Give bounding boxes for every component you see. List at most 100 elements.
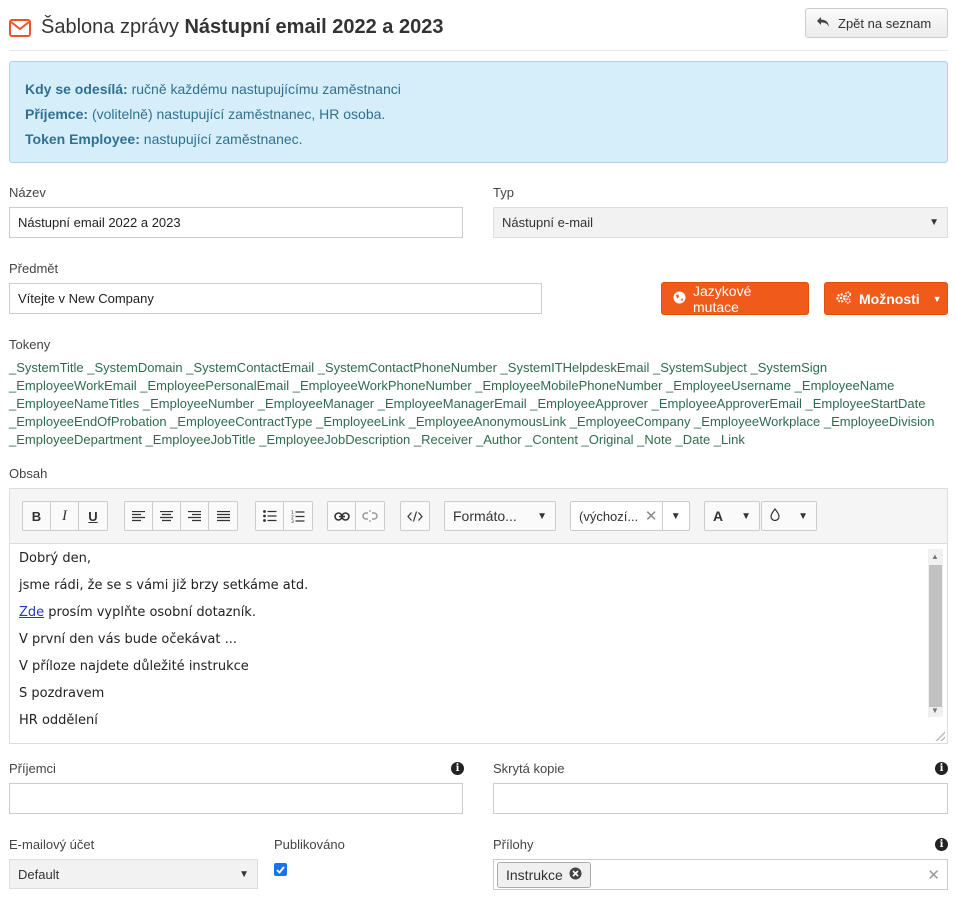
background-color-dropdown[interactable]: ▼ (761, 501, 817, 531)
email-account-value: Default (18, 866, 60, 882)
clear-x-icon[interactable]: ✕ (645, 507, 658, 525)
name-input-value: Nástupní email 2022 a 2023 (18, 215, 181, 230)
remove-circle-icon[interactable] (569, 867, 582, 883)
template-name: Nástupní email 2022 a 2023 (184, 16, 444, 38)
recipient-value: (volitelně) nastupující zaměstnanec, HR … (91, 106, 386, 122)
bold-button[interactable]: B (23, 502, 51, 530)
font-color-dropdown[interactable]: A ▼ (704, 501, 760, 531)
editor-toolbar: B I U 123 Formáto... ▼ (výchozí... ✕ ▼ A… (10, 489, 947, 544)
name-input[interactable]: Nástupní email 2022 a 2023 (9, 207, 463, 238)
recipients-label: Příjemci (9, 761, 56, 776)
unlink-icon[interactable] (356, 502, 384, 530)
scroll-down-icon[interactable]: ▼ (931, 706, 939, 715)
recipient-label: Příjemce: (25, 106, 89, 122)
bcc-input[interactable] (493, 783, 948, 814)
published-label: Publikováno (274, 837, 345, 852)
recipients-input[interactable] (9, 783, 463, 814)
subject-input[interactable]: Vítejte v New Company (9, 283, 542, 314)
content-line: Zde prosím vyplňte osobní dotazník. (19, 604, 918, 631)
align-center-icon[interactable] (153, 502, 181, 530)
editor-content[interactable]: Dobrý den, jsme rádi, že se s vámi již b… (10, 544, 927, 743)
email-account-select[interactable]: Default ▼ (9, 859, 258, 889)
numbered-list-icon[interactable]: 123 (284, 502, 312, 530)
underline-button[interactable]: U (79, 502, 107, 530)
content-line: S pozdravem (19, 686, 105, 701)
font-dropdown[interactable]: (výchozí... ✕ ▼ (570, 501, 690, 531)
bcc-label: Skrytá kopie (493, 761, 565, 776)
clear-all-icon[interactable]: ✕ (927, 866, 940, 884)
subject-input-value: Vítejte v New Company (18, 291, 154, 306)
link-icon[interactable] (328, 502, 356, 530)
content-line: HR oddělení (19, 713, 98, 728)
rich-text-editor: B I U 123 Formáto... ▼ (výchozí... ✕ ▼ A… (9, 488, 948, 744)
send-label: Kdy se odesílá: (25, 81, 128, 97)
title-prefix: Šablona zprávy (41, 16, 179, 38)
info-icon[interactable]: i (935, 762, 948, 775)
info-icon[interactable]: i (935, 838, 948, 851)
info-alert: Kdy se odesílá: ručně každému nastupujíc… (9, 61, 948, 163)
back-button-label: Zpět na seznam (838, 15, 932, 31)
options-button[interactable]: Možnosti ▼ (824, 282, 948, 315)
caret-down-icon: ▼ (670, 510, 681, 522)
align-left-icon[interactable] (125, 502, 153, 530)
format-dropdown[interactable]: Formáto... ▼ (444, 501, 556, 531)
svg-text:3: 3 (291, 519, 294, 523)
caret-down-icon: ▼ (798, 510, 808, 522)
content-line: V příloze najdete důležité instrukce (19, 659, 249, 674)
header-divider (9, 50, 948, 51)
type-select[interactable]: Nástupní e-mail ▼ (493, 207, 948, 238)
content-line: Dobrý den, (19, 551, 92, 566)
droplet-icon (770, 508, 780, 524)
editor-scrollbar[interactable]: ▲ ▼ (928, 549, 943, 717)
tokens-label: Tokeny (9, 337, 51, 352)
content-label: Obsah (9, 466, 48, 481)
align-justify-icon[interactable] (209, 502, 237, 530)
envelope-icon (9, 19, 31, 37)
caret-down-icon: ▼ (741, 510, 751, 522)
language-mutations-button[interactable]: Jazykové mutace (661, 282, 809, 315)
code-view-icon[interactable] (401, 502, 429, 530)
bullet-list-icon[interactable] (256, 502, 284, 530)
scrollbar-thumb[interactable] (929, 565, 942, 707)
options-button-label: Možnosti (859, 290, 920, 307)
content-line-text: prosím vyplňte osobní dotazník. (44, 605, 256, 620)
content-line: V první den vás bude očekávat ... (19, 632, 238, 647)
attachments-label: Přílohy (493, 837, 534, 852)
attachment-tag: Instrukce (497, 861, 591, 888)
language-button-label: Jazykové mutace (693, 282, 752, 315)
info-icon[interactable]: i (451, 762, 464, 775)
scroll-up-icon[interactable]: ▲ (931, 552, 939, 561)
content-line: jsme rádi, že se s vámi již brzy setkáme… (19, 578, 309, 593)
code-group (400, 501, 430, 531)
token-label: Token Employee: (25, 131, 140, 147)
subject-label: Předmět (9, 261, 59, 276)
reply-arrow-icon (816, 16, 830, 31)
caret-down-icon: ▼ (929, 217, 939, 228)
format-dropdown-label: Formáto... (453, 508, 517, 524)
globe-icon (673, 291, 686, 307)
email-account-label: E-mailový účet (9, 837, 95, 852)
token-value: nastupující zaměstnanec. (143, 131, 303, 147)
text-style-group: B I U (22, 501, 108, 531)
type-label: Typ (493, 185, 514, 200)
link-group (327, 501, 385, 531)
page-title: Šablona zprávy Nástupní email 2022 a 202… (41, 16, 443, 39)
italic-button[interactable]: I (51, 502, 79, 530)
resize-handle-icon[interactable] (935, 731, 945, 741)
questionnaire-link[interactable]: Zde (19, 605, 44, 620)
attachments-multiselect[interactable]: Instrukce ✕ (493, 859, 948, 890)
back-to-list-button[interactable]: Zpět na seznam (805, 8, 948, 38)
font-dropdown-label: (výchozí... (579, 508, 639, 524)
font-color-icon: A (713, 508, 724, 524)
attachment-tag-label: Instrukce (506, 866, 563, 883)
alignment-group (124, 501, 238, 531)
tokens-list: _SystemTitle _SystemDomain _SystemContac… (9, 360, 935, 447)
caret-down-icon: ▼ (239, 868, 249, 880)
send-value: ručně každému nastupujícímu zaměstnanci (131, 81, 401, 97)
caret-down-icon: ▼ (537, 510, 547, 522)
align-right-icon[interactable] (181, 502, 209, 530)
published-checkbox[interactable] (274, 863, 287, 876)
gears-icon (836, 290, 852, 307)
list-group: 123 (255, 501, 313, 531)
type-select-value: Nástupní e-mail (502, 215, 594, 230)
